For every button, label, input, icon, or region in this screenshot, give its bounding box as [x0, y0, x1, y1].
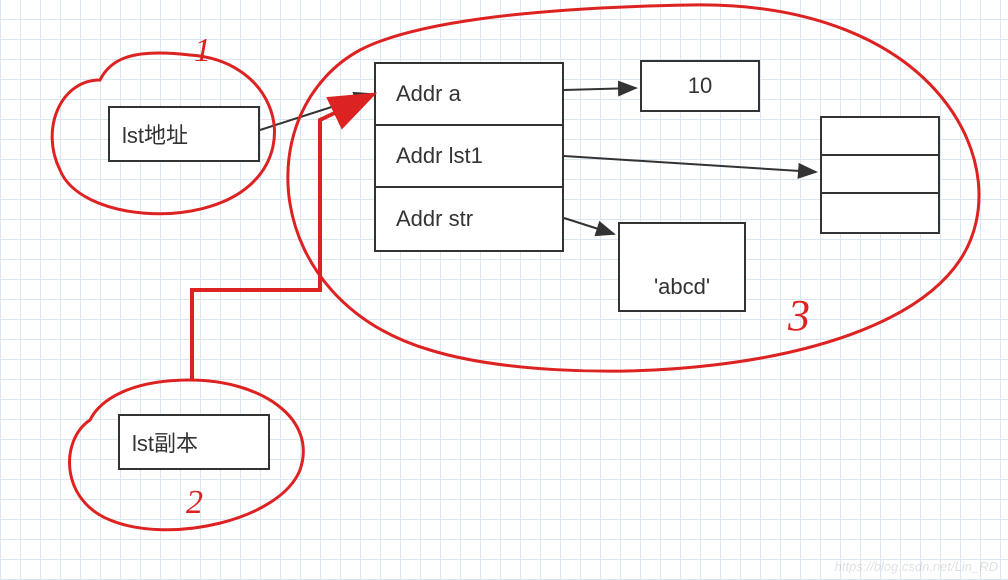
value-box-abcd: 'abcd': [618, 222, 746, 312]
addr-cell-str-label: Addr str: [396, 206, 473, 232]
addr-cell-lst1-label: Addr lst1: [396, 143, 483, 169]
addr-cell-a-label: Addr a: [396, 81, 461, 107]
box-lst-addr: lst地址: [108, 106, 260, 162]
addr-cell-a: Addr a: [376, 64, 562, 126]
stack-row: [822, 118, 938, 156]
arrow-lst-to-list: [260, 94, 372, 130]
box-lst-addr-label: lst地址: [122, 118, 188, 150]
addr-cell-lst1: Addr lst1: [376, 126, 562, 188]
arrow-a-to-10: [564, 88, 636, 90]
addr-cell-str: Addr str: [376, 188, 562, 250]
arrow-lst1-to-stack: [564, 156, 816, 172]
value-box-abcd-label: 'abcd': [654, 274, 710, 300]
box-lst-copy: lst副本: [118, 414, 270, 470]
watermark: https://blog.csdn.net/Lin_RD: [835, 559, 998, 574]
stack-row: [822, 156, 938, 194]
addr-list: Addr a Addr lst1 Addr str: [374, 62, 564, 252]
box-lst-copy-label: lst副本: [132, 426, 198, 458]
value-box-10-label: 10: [688, 73, 712, 99]
annotation-3: 3: [788, 290, 810, 341]
value-box-10: 10: [640, 60, 760, 112]
stack-row: [822, 194, 938, 232]
stack-box: [820, 116, 940, 234]
arrow-str-to-abcd: [564, 218, 614, 234]
annotation-2: 2: [186, 484, 203, 522]
annotation-1: 1: [194, 32, 211, 70]
